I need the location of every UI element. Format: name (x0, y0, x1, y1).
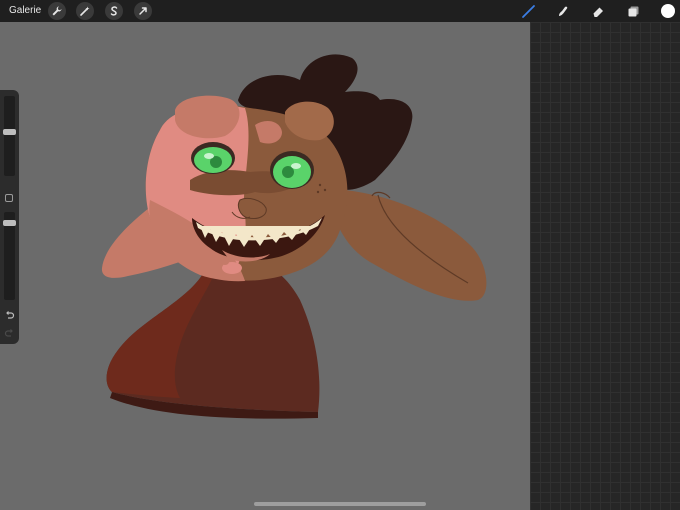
redo-icon[interactable] (4, 328, 15, 339)
left-sidebar (0, 90, 19, 344)
artwork (101, 54, 487, 419)
magic-wand-icon[interactable] (76, 2, 94, 20)
selection-icon[interactable] (105, 2, 123, 20)
eraser-icon[interactable] (589, 2, 607, 20)
modifier-square-icon[interactable] (5, 194, 13, 202)
undo-icon[interactable] (4, 310, 15, 321)
brush-icon[interactable] (519, 2, 537, 20)
brush-size-slider-thumb[interactable] (3, 129, 16, 136)
drawing-canvas[interactable] (0, 22, 530, 510)
layers-icon[interactable] (624, 2, 642, 20)
wrench-icon[interactable] (48, 2, 66, 20)
top-toolbar: Galerie (0, 0, 680, 22)
opacity-slider-thumb[interactable] (3, 220, 16, 227)
brush-size-slider[interactable] (4, 96, 15, 176)
color-picker-swatch[interactable] (661, 4, 675, 18)
transform-arrow-icon[interactable] (134, 2, 152, 20)
home-indicator (254, 502, 426, 506)
gallery-button[interactable]: Galerie (9, 4, 41, 18)
smudge-icon[interactable] (554, 2, 572, 20)
layers-panel-area (530, 22, 680, 510)
